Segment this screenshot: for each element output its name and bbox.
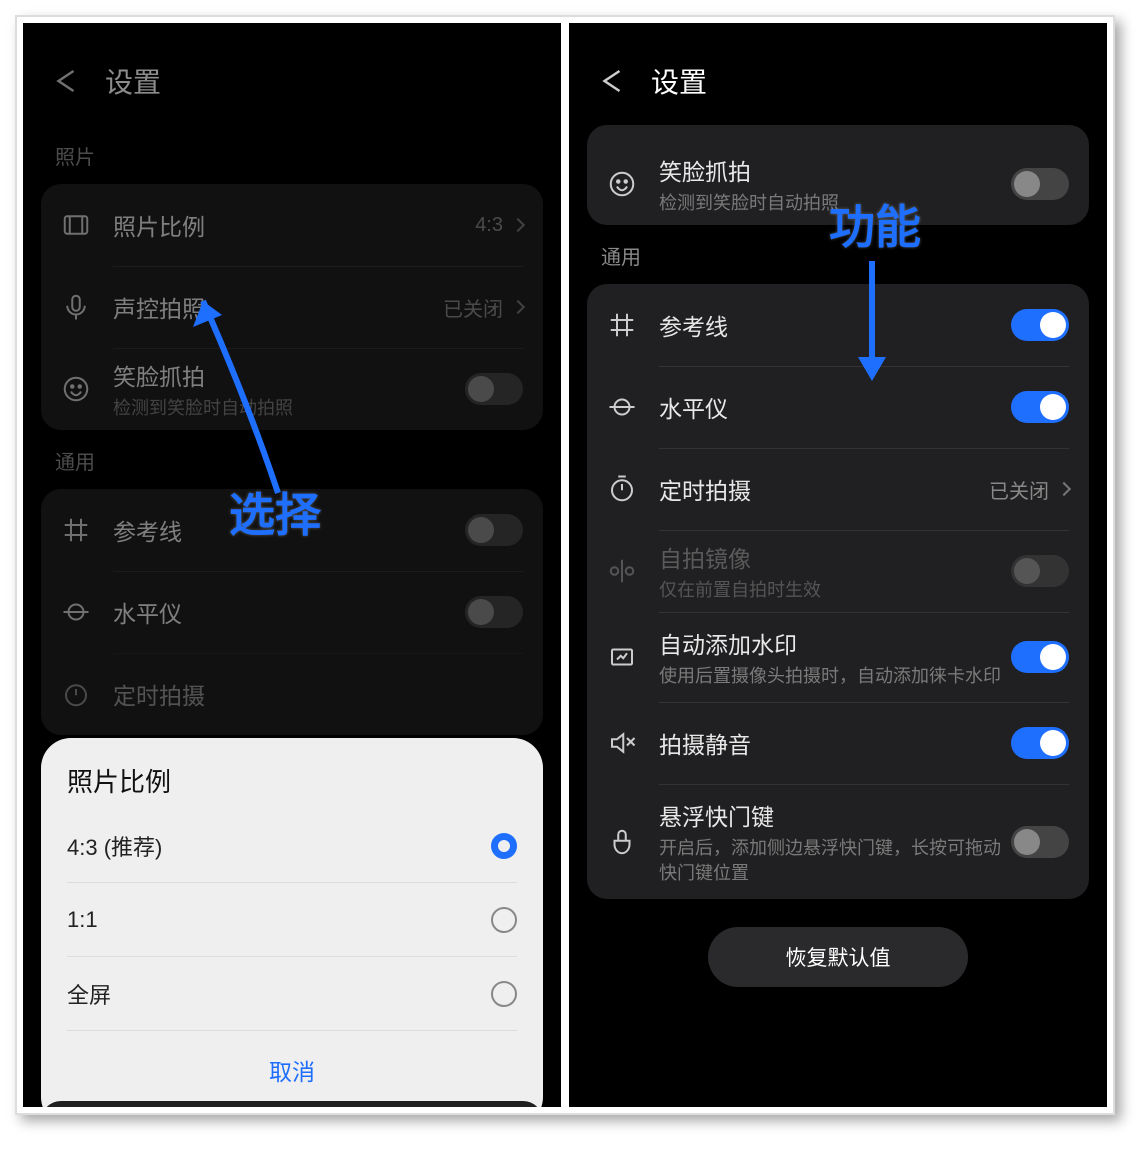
back-icon[interactable] (597, 66, 627, 96)
ratio-option-43[interactable]: 4:3 (推荐) (67, 809, 517, 883)
smile-icon (61, 374, 91, 404)
timer-icon (61, 679, 91, 709)
watermark-icon (607, 642, 637, 672)
row-float[interactable]: 悬浮快门键 开启后，添加侧边悬浮快门键，长按可拖动快门键位置 (587, 784, 1089, 899)
chevron-icon (511, 218, 525, 232)
timer-value: 已关闭 (989, 475, 1049, 504)
smile-icon (607, 169, 637, 199)
smile-sub: 检测到笑脸时自动拍照 (113, 396, 465, 420)
section-photo: 照片 (23, 125, 561, 184)
radio-selected[interactable] (491, 833, 517, 859)
grid-label: 参考线 (659, 308, 1011, 342)
watermark-sub: 使用后置摄像头拍摄时，自动添加徕卡水印 (659, 664, 1011, 688)
voice-label: 声控拍照 (113, 290, 443, 324)
level-icon (61, 597, 91, 627)
header: 设置 (23, 23, 561, 125)
mirror-icon (607, 556, 637, 586)
level-label: 水平仪 (113, 595, 465, 629)
grid-icon (607, 310, 637, 340)
ratio-option-full[interactable]: 全屏 (67, 957, 517, 1031)
smile-toggle[interactable] (465, 373, 523, 405)
row-smile[interactable]: 笑脸抓拍 检测到笑脸时自动拍照 (41, 348, 543, 430)
row-timer[interactable]: 定时拍摄 已关闭 (587, 448, 1089, 530)
mirror-sub: 仅在前置自拍时生效 (659, 578, 1011, 602)
level-icon (607, 392, 637, 422)
ratio-icon (61, 210, 91, 240)
row-timer-cut[interactable]: 定时拍摄 (41, 653, 543, 735)
watermark-label: 自动添加水印 (659, 626, 1011, 660)
level-label: 水平仪 (659, 390, 1011, 424)
grid-icon (61, 515, 91, 545)
voice-value: 已关闭 (443, 293, 503, 322)
popup-title: 照片比例 (67, 762, 517, 799)
timer-label: 定时拍摄 (659, 472, 989, 506)
level-toggle[interactable] (465, 596, 523, 628)
photo-ratio-value: 4:3 (475, 214, 503, 237)
ratio-popup: 照片比例 4:3 (推荐) 1:1 全屏 取消 (41, 738, 543, 1109)
row-grid[interactable]: 参考线 (587, 284, 1089, 366)
annotation-left: 选择 (229, 479, 321, 545)
mic-icon (61, 292, 91, 322)
timer-label: 定时拍摄 (113, 677, 523, 711)
phone-left: 设置 照片 照片比例 4:3 声控拍照 已关闭 笑脸抓拍 检测到笑脸时自动拍照 (21, 21, 563, 1109)
cancel-button[interactable]: 取消 (67, 1031, 517, 1087)
row-voice[interactable]: 声控拍照 已关闭 (41, 266, 543, 348)
smile-label: 笑脸抓拍 (113, 358, 465, 392)
mute-label: 拍摄静音 (659, 726, 1011, 760)
opt-label: 1:1 (67, 907, 98, 933)
row-cut-top (587, 125, 1089, 143)
row-level[interactable]: 水平仪 (587, 366, 1089, 448)
grid-toggle[interactable] (465, 514, 523, 546)
header: 设置 (569, 23, 1107, 125)
touch-icon (607, 827, 637, 857)
opt-label: 全屏 (67, 978, 111, 1010)
row-mute[interactable]: 拍摄静音 (587, 702, 1089, 784)
page-title: 设置 (105, 61, 161, 101)
timer-icon (607, 474, 637, 504)
photo-card: 照片比例 4:3 声控拍照 已关闭 笑脸抓拍 检测到笑脸时自动拍照 (41, 184, 543, 430)
back-icon[interactable] (51, 66, 81, 96)
radio-unselected[interactable] (491, 907, 517, 933)
level-toggle[interactable] (1011, 391, 1069, 423)
chevron-icon (511, 300, 525, 314)
annotation-right: 功能 (829, 191, 921, 257)
watermark-toggle[interactable] (1011, 641, 1069, 673)
mute-toggle[interactable] (1011, 727, 1069, 759)
mirror-label: 自拍镜像 (659, 540, 1011, 574)
ratio-option-11[interactable]: 1:1 (67, 883, 517, 957)
mirror-toggle (1011, 555, 1069, 587)
collage-frame: 设置 照片 照片比例 4:3 声控拍照 已关闭 笑脸抓拍 检测到笑脸时自动拍照 (15, 15, 1115, 1115)
row-mirror: 自拍镜像 仅在前置自拍时生效 (587, 530, 1089, 612)
row-level[interactable]: 水平仪 (41, 571, 543, 653)
float-toggle[interactable] (1011, 826, 1069, 858)
general-card: 参考线 水平仪 定时拍摄 已关闭 自拍镜像 仅在前置自拍时生效 (587, 284, 1089, 899)
smile-label: 笑脸抓拍 (659, 153, 1011, 187)
chevron-icon (1057, 482, 1071, 496)
restore-button[interactable]: 恢复默认值 (708, 927, 968, 987)
smile-toggle[interactable] (1011, 168, 1069, 200)
row-watermark[interactable]: 自动添加水印 使用后置摄像头拍摄时，自动添加徕卡水印 (587, 612, 1089, 702)
page-title: 设置 (651, 61, 707, 101)
row-float-cut: 悬浮快门键 (41, 1101, 543, 1109)
mute-icon (607, 728, 637, 758)
row-photo-ratio[interactable]: 照片比例 4:3 (41, 184, 543, 266)
phone-right: 设置 笑脸抓拍 检测到笑脸时自动拍照 通用 参考线 (567, 21, 1109, 1109)
grid-toggle[interactable] (1011, 309, 1069, 341)
photo-ratio-label: 照片比例 (113, 208, 475, 242)
opt-label: 4:3 (推荐) (67, 830, 162, 862)
radio-unselected[interactable] (491, 981, 517, 1007)
float-sub: 开启后，添加侧边悬浮快门键，长按可拖动快门键位置 (659, 836, 1011, 885)
float-label: 悬浮快门键 (659, 798, 1011, 832)
